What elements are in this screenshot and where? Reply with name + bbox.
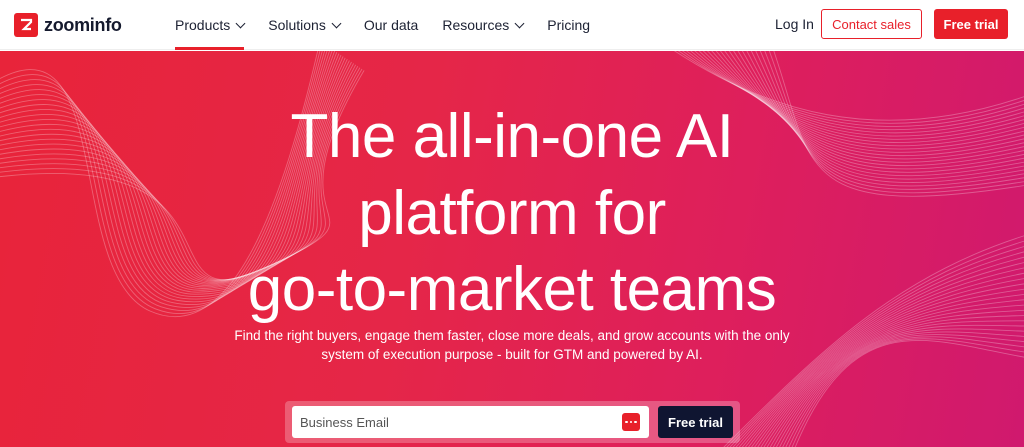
zoominfo-logo[interactable]: zoominfo xyxy=(14,12,122,38)
nav-our-data[interactable]: Our data xyxy=(364,0,418,50)
hero-subtext-line-1: Find the right buyers, engage them faste… xyxy=(234,328,790,343)
hero-headline-line-3: go-to-market teams xyxy=(247,255,777,324)
chevron-down-icon xyxy=(331,18,342,28)
logo-wordmark: zoominfo xyxy=(44,14,122,35)
login-link[interactable]: Log In xyxy=(775,16,814,32)
hero-headline-line-2: platform for xyxy=(358,179,666,248)
nav-resources-label: Resources xyxy=(442,17,510,33)
nav-pricing[interactable]: Pricing xyxy=(547,0,590,50)
business-email-input[interactable] xyxy=(292,406,649,438)
hero-subtext-line-2: system of execution purpose - built for … xyxy=(321,347,703,362)
nav-solutions[interactable]: Solutions xyxy=(268,0,342,50)
nav-solutions-label: Solutions xyxy=(268,17,326,33)
zoominfo-logo-icon xyxy=(14,13,38,37)
contact-sales-button[interactable]: Contact sales xyxy=(821,9,922,39)
password-manager-icon[interactable] xyxy=(622,413,640,431)
nav-products-label: Products xyxy=(175,17,231,33)
chevron-down-icon xyxy=(514,18,525,28)
free-trial-button[interactable]: Free trial xyxy=(934,9,1008,39)
main-menu: Products Solutions Our data Resources Pr… xyxy=(175,0,614,50)
chevron-down-icon xyxy=(235,18,246,28)
hero-section: The all-in-one AI platform for go-to-mar… xyxy=(0,51,1024,447)
nav-resources[interactable]: Resources xyxy=(442,0,525,50)
nav-pricing-label: Pricing xyxy=(547,17,591,33)
hero-free-trial-button[interactable]: Free trial xyxy=(658,406,733,438)
hero-headline-line-1: The all-in-one AI xyxy=(290,102,734,171)
nav-our-data-label: Our data xyxy=(363,17,419,33)
nav-products[interactable]: Products xyxy=(175,0,246,50)
top-navigation: zoominfo Products Solutions Our data Res… xyxy=(0,0,1024,50)
signup-form: Free trial xyxy=(285,401,740,443)
